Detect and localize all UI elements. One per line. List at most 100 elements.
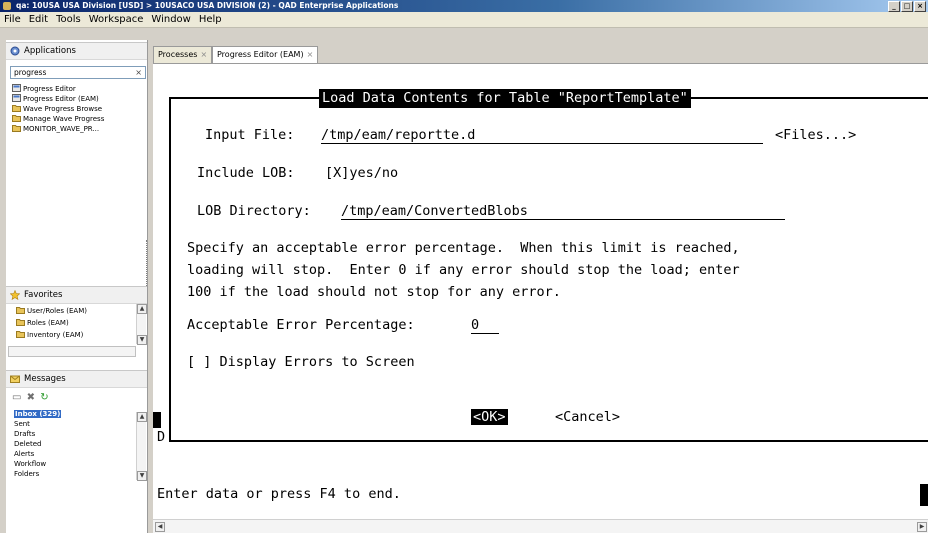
maximize-button[interactable]: □ [901, 1, 913, 12]
favorites-scrollbar[interactable]: ▲ ▼ [136, 304, 147, 345]
refresh-icon[interactable]: ↻ [40, 392, 48, 403]
search-value: progress [14, 68, 47, 77]
lob-directory-value: /tmp/eam/ConvertedBlobs [341, 203, 528, 219]
application-search-input[interactable]: progress × [10, 66, 146, 79]
applications-icon [10, 46, 20, 56]
status-line: Enter data or press F4 to end. [157, 486, 401, 502]
ok-button[interactable]: <OK> [471, 409, 508, 425]
messages-scrollbar[interactable]: ▲ ▼ [136, 412, 147, 481]
input-file-label: Input File: [205, 127, 295, 143]
close-icon[interactable]: × [200, 50, 207, 59]
menu-edit[interactable]: Edit [25, 14, 52, 25]
minimize-button[interactable]: _ [888, 1, 900, 12]
terminal-stray-char: D [157, 429, 166, 445]
message-folder-folders[interactable]: Folders [14, 470, 39, 479]
error-percentage-value: 0 [471, 317, 480, 333]
window-controls: _ □ × [888, 1, 926, 12]
load-data-dialog: Load Data Contents for Table "ReportTemp… [169, 89, 928, 442]
ok-button-label: <OK> [471, 409, 508, 425]
favorite-inventory[interactable]: Inventory (EAM) [16, 330, 83, 340]
close-button[interactable]: × [914, 1, 926, 12]
scroll-up-icon[interactable]: ▲ [137, 304, 147, 314]
folder-open-icon[interactable]: ▭ [12, 392, 21, 403]
scroll-up-icon[interactable]: ▲ [137, 412, 147, 422]
messages-header[interactable]: Messages [6, 370, 147, 388]
result-label: Wave Progress Browse [23, 105, 103, 113]
message-folder-workflow[interactable]: Workflow [14, 460, 46, 469]
menu-workspace[interactable]: Workspace [85, 14, 148, 25]
star-icon [10, 290, 20, 300]
result-monitor-wave[interactable]: MONITOR_WAVE_PR... [12, 124, 99, 134]
terminal-hscrollbar[interactable]: ◀ ▶ [153, 519, 928, 533]
favorites-hscrollbar[interactable] [8, 346, 136, 357]
result-label: Progress Editor [23, 85, 76, 93]
description-line-1: Specify an acceptable error percentage. … [187, 240, 740, 256]
error-percentage-label: Acceptable Error Percentage: [187, 317, 415, 333]
scroll-right-icon[interactable]: ▶ [917, 522, 927, 532]
favorite-user-roles[interactable]: User/Roles (EAM) [16, 306, 87, 316]
result-label: MONITOR_WAVE_PR... [23, 125, 100, 133]
include-lob-label: Include LOB: [197, 165, 295, 181]
input-file-value: /tmp/eam/reportte.d [321, 127, 476, 143]
cancel-button[interactable]: <Cancel> [555, 409, 620, 425]
tab-label: Progress Editor (EAM) [217, 50, 304, 59]
folder-icon [16, 319, 25, 326]
menu-file[interactable]: File [0, 14, 25, 25]
menu-window[interactable]: Window [147, 14, 194, 25]
result-wave-progress-browse[interactable]: Wave Progress Browse [12, 104, 102, 114]
files-button[interactable]: <Files...> [775, 127, 856, 143]
lob-directory-label: LOB Directory: [197, 203, 311, 219]
tab-progress-editor-eam[interactable]: Progress Editor (EAM) × [212, 46, 319, 64]
message-toolbar: ▭ ✖ ↻ [12, 392, 49, 403]
message-folder-deleted[interactable]: Deleted [14, 440, 41, 449]
lob-directory-field[interactable]: /tmp/eam/ConvertedBlobs [341, 203, 785, 220]
result-progress-editor[interactable]: Progress Editor [12, 84, 76, 94]
window-title: qa: 10USA USA Division [USD] > 10USACO U… [16, 1, 399, 10]
message-folder-drafts[interactable]: Drafts [14, 430, 35, 439]
menu-tools[interactable]: Tools [52, 14, 85, 25]
result-progress-editor-eam[interactable]: Progress Editor (EAM) [12, 94, 99, 104]
messages-label: Messages [24, 374, 66, 384]
folder-icon [16, 307, 25, 314]
scroll-down-icon[interactable]: ▼ [137, 471, 147, 481]
delete-icon[interactable]: ✖ [27, 392, 35, 403]
description-line-2: loading will stop. Enter 0 if any error … [187, 262, 740, 278]
app-icon [3, 2, 11, 10]
splitter-handle[interactable] [146, 240, 148, 290]
terminal-screen[interactable]: Load Data Contents for Table "ReportTemp… [153, 63, 928, 520]
message-folder-alerts[interactable]: Alerts [14, 450, 34, 459]
applications-label: Applications [24, 46, 76, 56]
window-title-bar: qa: 10USA USA Division [USD] > 10USACO U… [0, 0, 928, 12]
message-folder-sent[interactable]: Sent [14, 420, 30, 429]
cursor-block [153, 412, 161, 428]
description-line-3: 100 if the load should not stop for any … [187, 284, 561, 300]
envelope-icon [10, 375, 20, 383]
tab-processes[interactable]: Processes × [153, 46, 213, 63]
folder-icon [12, 125, 21, 132]
scroll-left-icon[interactable]: ◀ [155, 522, 165, 532]
tab-label: Processes [158, 50, 198, 59]
favorites-header[interactable]: Favorites [6, 286, 147, 304]
include-lob-toggle[interactable]: [X]yes/no [325, 165, 398, 181]
favorite-roles[interactable]: Roles (EAM) [16, 318, 69, 328]
menu-bar: File Edit Tools Workspace Window Help [0, 12, 928, 28]
scroll-down-icon[interactable]: ▼ [137, 335, 147, 345]
editor-icon [12, 94, 21, 102]
result-label: Progress Editor (EAM) [23, 95, 99, 103]
folder-icon [16, 331, 25, 338]
favorites-label: Favorites [24, 290, 63, 300]
result-manage-wave-progress[interactable]: Manage Wave Progress [12, 114, 104, 124]
folder-icon [12, 115, 21, 122]
input-file-field[interactable]: /tmp/eam/reportte.d [321, 127, 763, 144]
clear-search-icon[interactable]: × [135, 67, 142, 78]
close-icon[interactable]: × [307, 50, 314, 59]
message-folder-inbox[interactable]: Inbox (329) [14, 410, 62, 419]
left-navigation-pane: Applications progress × Progress Editor … [6, 40, 148, 533]
dialog-title: Load Data Contents for Table "ReportTemp… [319, 89, 691, 108]
applications-header[interactable]: Applications [6, 42, 147, 60]
display-errors-checkbox[interactable]: [ ] Display Errors to Screen [187, 354, 415, 370]
result-label: Manage Wave Progress [23, 115, 105, 123]
error-percentage-field[interactable]: 0 [471, 317, 499, 334]
menu-help[interactable]: Help [195, 14, 226, 25]
inbox-label: Inbox (329) [14, 410, 62, 418]
